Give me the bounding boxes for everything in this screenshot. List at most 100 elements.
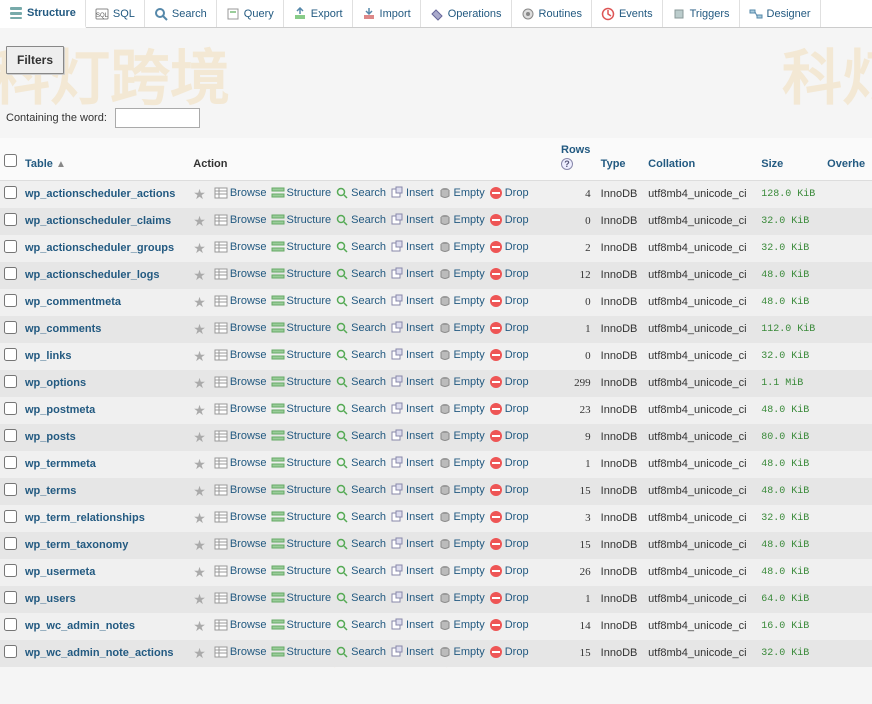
insert-link[interactable]: Insert bbox=[390, 537, 434, 551]
structure-link[interactable]: Structure bbox=[271, 321, 332, 335]
insert-link[interactable]: Insert bbox=[390, 618, 434, 632]
drop-link[interactable]: Drop bbox=[489, 321, 529, 335]
search-link[interactable]: Search bbox=[335, 456, 386, 470]
insert-link[interactable]: Insert bbox=[390, 564, 434, 578]
search-link[interactable]: Search bbox=[335, 645, 386, 659]
table-name-link[interactable]: wp_commentmeta bbox=[25, 296, 121, 308]
tab-import[interactable]: Import bbox=[353, 0, 421, 27]
structure-link[interactable]: Structure bbox=[271, 213, 332, 227]
favorite-star-icon[interactable]: ★ bbox=[189, 343, 210, 370]
insert-link[interactable]: Insert bbox=[390, 321, 434, 335]
table-name-link[interactable]: wp_postmeta bbox=[25, 404, 95, 416]
favorite-star-icon[interactable]: ★ bbox=[189, 532, 210, 559]
insert-link[interactable]: Insert bbox=[390, 483, 434, 497]
table-name-link[interactable]: wp_terms bbox=[25, 485, 76, 497]
col-table[interactable]: Table ▲ bbox=[21, 138, 189, 181]
table-name-link[interactable]: wp_termmeta bbox=[25, 458, 96, 470]
browse-link[interactable]: Browse bbox=[214, 294, 267, 308]
drop-link[interactable]: Drop bbox=[489, 618, 529, 632]
help-icon[interactable]: ? bbox=[561, 158, 573, 170]
insert-link[interactable]: Insert bbox=[390, 591, 434, 605]
browse-link[interactable]: Browse bbox=[214, 618, 267, 632]
col-rows[interactable]: Rows? bbox=[557, 138, 597, 181]
table-name-link[interactable]: wp_term_relationships bbox=[25, 512, 145, 524]
drop-link[interactable]: Drop bbox=[489, 483, 529, 497]
favorite-star-icon[interactable]: ★ bbox=[189, 181, 210, 208]
structure-link[interactable]: Structure bbox=[271, 240, 332, 254]
browse-link[interactable]: Browse bbox=[214, 483, 267, 497]
empty-link[interactable]: Empty bbox=[438, 321, 485, 335]
browse-link[interactable]: Browse bbox=[214, 321, 267, 335]
favorite-star-icon[interactable]: ★ bbox=[189, 235, 210, 262]
check-all[interactable] bbox=[4, 154, 17, 167]
col-type[interactable]: Type bbox=[597, 138, 644, 181]
structure-link[interactable]: Structure bbox=[271, 429, 332, 443]
search-link[interactable]: Search bbox=[335, 564, 386, 578]
favorite-star-icon[interactable]: ★ bbox=[189, 208, 210, 235]
structure-link[interactable]: Structure bbox=[271, 645, 332, 659]
structure-link[interactable]: Structure bbox=[271, 537, 332, 551]
search-link[interactable]: Search bbox=[335, 375, 386, 389]
tab-designer[interactable]: Designer bbox=[740, 0, 821, 27]
empty-link[interactable]: Empty bbox=[438, 348, 485, 362]
row-checkbox[interactable] bbox=[4, 294, 17, 307]
table-name-link[interactable]: wp_wc_admin_notes bbox=[25, 620, 135, 632]
empty-link[interactable]: Empty bbox=[438, 564, 485, 578]
favorite-star-icon[interactable]: ★ bbox=[189, 478, 210, 505]
empty-link[interactable]: Empty bbox=[438, 240, 485, 254]
insert-link[interactable]: Insert bbox=[390, 510, 434, 524]
empty-link[interactable]: Empty bbox=[438, 294, 485, 308]
favorite-star-icon[interactable]: ★ bbox=[189, 640, 210, 667]
browse-link[interactable]: Browse bbox=[214, 456, 267, 470]
row-checkbox[interactable] bbox=[4, 591, 17, 604]
row-checkbox[interactable] bbox=[4, 456, 17, 469]
empty-link[interactable]: Empty bbox=[438, 375, 485, 389]
table-name-link[interactable]: wp_posts bbox=[25, 431, 76, 443]
empty-link[interactable]: Empty bbox=[438, 591, 485, 605]
favorite-star-icon[interactable]: ★ bbox=[189, 397, 210, 424]
col-collation[interactable]: Collation bbox=[644, 138, 757, 181]
insert-link[interactable]: Insert bbox=[390, 429, 434, 443]
insert-link[interactable]: Insert bbox=[390, 456, 434, 470]
favorite-star-icon[interactable]: ★ bbox=[189, 289, 210, 316]
empty-link[interactable]: Empty bbox=[438, 429, 485, 443]
insert-link[interactable]: Insert bbox=[390, 348, 434, 362]
row-checkbox[interactable] bbox=[4, 375, 17, 388]
structure-link[interactable]: Structure bbox=[271, 618, 332, 632]
drop-link[interactable]: Drop bbox=[489, 645, 529, 659]
row-checkbox[interactable] bbox=[4, 240, 17, 253]
favorite-star-icon[interactable]: ★ bbox=[189, 586, 210, 613]
table-name-link[interactable]: wp_comments bbox=[25, 323, 101, 335]
search-link[interactable]: Search bbox=[335, 321, 386, 335]
favorite-star-icon[interactable]: ★ bbox=[189, 424, 210, 451]
row-checkbox[interactable] bbox=[4, 186, 17, 199]
browse-link[interactable]: Browse bbox=[214, 564, 267, 578]
col-overhead[interactable]: Overhe bbox=[823, 138, 872, 181]
browse-link[interactable]: Browse bbox=[214, 348, 267, 362]
structure-link[interactable]: Structure bbox=[271, 483, 332, 497]
table-name-link[interactable]: wp_term_taxonomy bbox=[25, 539, 128, 551]
insert-link[interactable]: Insert bbox=[390, 375, 434, 389]
browse-link[interactable]: Browse bbox=[214, 591, 267, 605]
row-checkbox[interactable] bbox=[4, 537, 17, 550]
structure-link[interactable]: Structure bbox=[271, 510, 332, 524]
structure-link[interactable]: Structure bbox=[271, 591, 332, 605]
browse-link[interactable]: Browse bbox=[214, 645, 267, 659]
row-checkbox[interactable] bbox=[4, 321, 17, 334]
search-link[interactable]: Search bbox=[335, 483, 386, 497]
drop-link[interactable]: Drop bbox=[489, 267, 529, 281]
row-checkbox[interactable] bbox=[4, 213, 17, 226]
structure-link[interactable]: Structure bbox=[271, 402, 332, 416]
table-name-link[interactable]: wp_usermeta bbox=[25, 566, 95, 578]
favorite-star-icon[interactable]: ★ bbox=[189, 559, 210, 586]
tab-events[interactable]: Events bbox=[592, 0, 663, 27]
table-name-link[interactable]: wp_wc_admin_note_actions bbox=[25, 647, 174, 659]
table-name-link[interactable]: wp_actionscheduler_actions bbox=[25, 188, 175, 200]
table-name-link[interactable]: wp_links bbox=[25, 350, 71, 362]
table-name-link[interactable]: wp_actionscheduler_claims bbox=[25, 215, 171, 227]
search-link[interactable]: Search bbox=[335, 618, 386, 632]
empty-link[interactable]: Empty bbox=[438, 510, 485, 524]
tab-routines[interactable]: Routines bbox=[512, 0, 592, 27]
insert-link[interactable]: Insert bbox=[390, 645, 434, 659]
tab-query[interactable]: Query bbox=[217, 0, 284, 27]
